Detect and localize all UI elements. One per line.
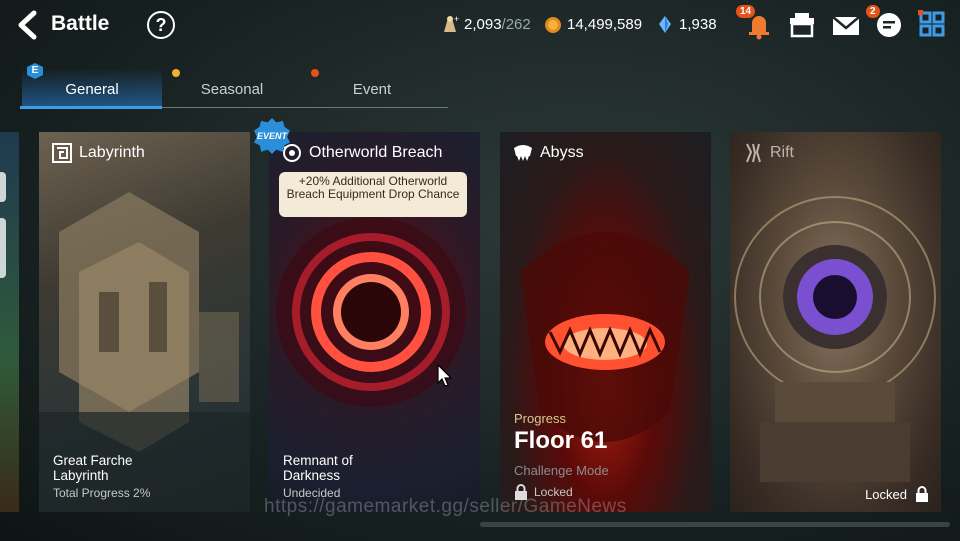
- gold-coin-icon: [543, 14, 563, 34]
- back-arrow-icon[interactable]: [14, 10, 42, 40]
- notification-bell-icon[interactable]: 14: [736, 5, 774, 40]
- mouse-cursor-icon: [437, 364, 453, 387]
- breach-name: Remnant of Darkness: [283, 453, 353, 483]
- gold-value: 14,499,589: [567, 15, 643, 33]
- abyss-floor: Floor 61: [514, 427, 608, 454]
- otherworld-breach-card[interactable]: Otherworld Breach +20% Additional Otherw…: [269, 132, 480, 512]
- rift-crack-icon: [746, 143, 761, 163]
- rift-card[interactable]: Rift Locked: [730, 132, 941, 512]
- abyss-lock-text: Locked: [534, 485, 573, 499]
- tab-active-indicator: [20, 106, 162, 109]
- rift-title: Rift: [770, 144, 794, 161]
- labyrinth-card[interactable]: Labyrinth Great Farche Labyrinth Total P…: [39, 132, 250, 512]
- card-title: Otherworld Breach: [281, 142, 442, 164]
- help-icon[interactable]: ?: [147, 11, 175, 39]
- tab-general-label: General: [65, 81, 119, 98]
- abyss-challenge-mode: Challenge Mode: [514, 463, 609, 478]
- svg-text:+: +: [454, 14, 459, 24]
- labyrinth-progress: Total Progress 2%: [53, 486, 151, 500]
- shop-icon[interactable]: [787, 10, 817, 40]
- tab-event-label: Event: [352, 81, 392, 98]
- stamina-value: 2,093: [464, 15, 502, 33]
- stamina-counter[interactable]: + 2,093/262: [440, 14, 531, 34]
- card-info: Remnant of Darkness Undecided: [283, 453, 383, 500]
- tab-seasonal[interactable]: Seasonal: [162, 68, 302, 108]
- stamina-max: /262: [501, 15, 531, 33]
- breach-title: Otherworld Breach: [309, 144, 443, 161]
- stamina-icon: +: [440, 14, 460, 34]
- tab-seasonal-label: Seasonal: [200, 81, 264, 98]
- crystal-counter[interactable]: 1,938: [655, 14, 717, 34]
- chat-count-badge: 2: [866, 5, 880, 18]
- top-bar: Battle ? + 2,093/262 14,499,589 1,938 14…: [0, 0, 960, 50]
- scroll-left-handle[interactable]: [0, 172, 6, 202]
- rift-lock-text: Locked: [865, 486, 907, 502]
- abyss-progress-label: Progress: [514, 411, 567, 426]
- chat-icon[interactable]: 2: [866, 5, 904, 40]
- labyrinth-icon: [52, 143, 72, 163]
- category-tabs: General Seasonal Event: [20, 68, 448, 110]
- lock-icon: [515, 484, 527, 500]
- page-title: Battle: [51, 12, 110, 35]
- crystal-value: 1,938: [679, 15, 717, 33]
- tab-event[interactable]: Event: [302, 68, 442, 108]
- horizontal-scrollbar[interactable]: [480, 522, 950, 527]
- gold-counter[interactable]: 14,499,589: [543, 14, 642, 34]
- abyss-lock-row: Locked: [514, 484, 609, 500]
- bell-count-badge: 14: [736, 5, 756, 18]
- tab-general[interactable]: General: [22, 68, 162, 108]
- crystal-icon: [655, 14, 675, 34]
- abyss-card[interactable]: Abyss Progress Floor 61 Challenge Mode L…: [500, 132, 711, 512]
- battle-screen: { "header":{"title":"Battle","help_symbo…: [0, 0, 960, 541]
- scroll-left-handle-2[interactable]: [0, 218, 6, 278]
- abyss-title: Abyss: [540, 144, 584, 161]
- menu-grid-icon[interactable]: [916, 8, 948, 40]
- labyrinth-name: Great Farche Labyrinth: [53, 453, 133, 483]
- seasonal-notice-dot: [172, 69, 180, 77]
- event-notice-dot: [311, 69, 319, 77]
- mail-icon[interactable]: [831, 10, 861, 40]
- card-info: Progress Floor 61 Challenge Mode Locked: [514, 411, 609, 500]
- card-title: Abyss: [512, 142, 584, 164]
- rift-portal-art: [734, 196, 936, 482]
- labyrinth-title: Labyrinth: [79, 144, 145, 161]
- lock-icon: [916, 486, 928, 502]
- bonus-banner: +20% Additional Otherworld Breach Equipm…: [279, 172, 467, 217]
- breach-portal-art: [276, 217, 466, 407]
- card-title: Labyrinth: [51, 142, 145, 164]
- card-title: Rift: [742, 142, 794, 164]
- card-info: Great Farche Labyrinth Total Progress 2%: [53, 453, 163, 500]
- breach-status: Undecided: [283, 486, 341, 500]
- abyss-jaw-icon: [514, 145, 532, 161]
- rift-lock-row: Locked: [865, 486, 929, 502]
